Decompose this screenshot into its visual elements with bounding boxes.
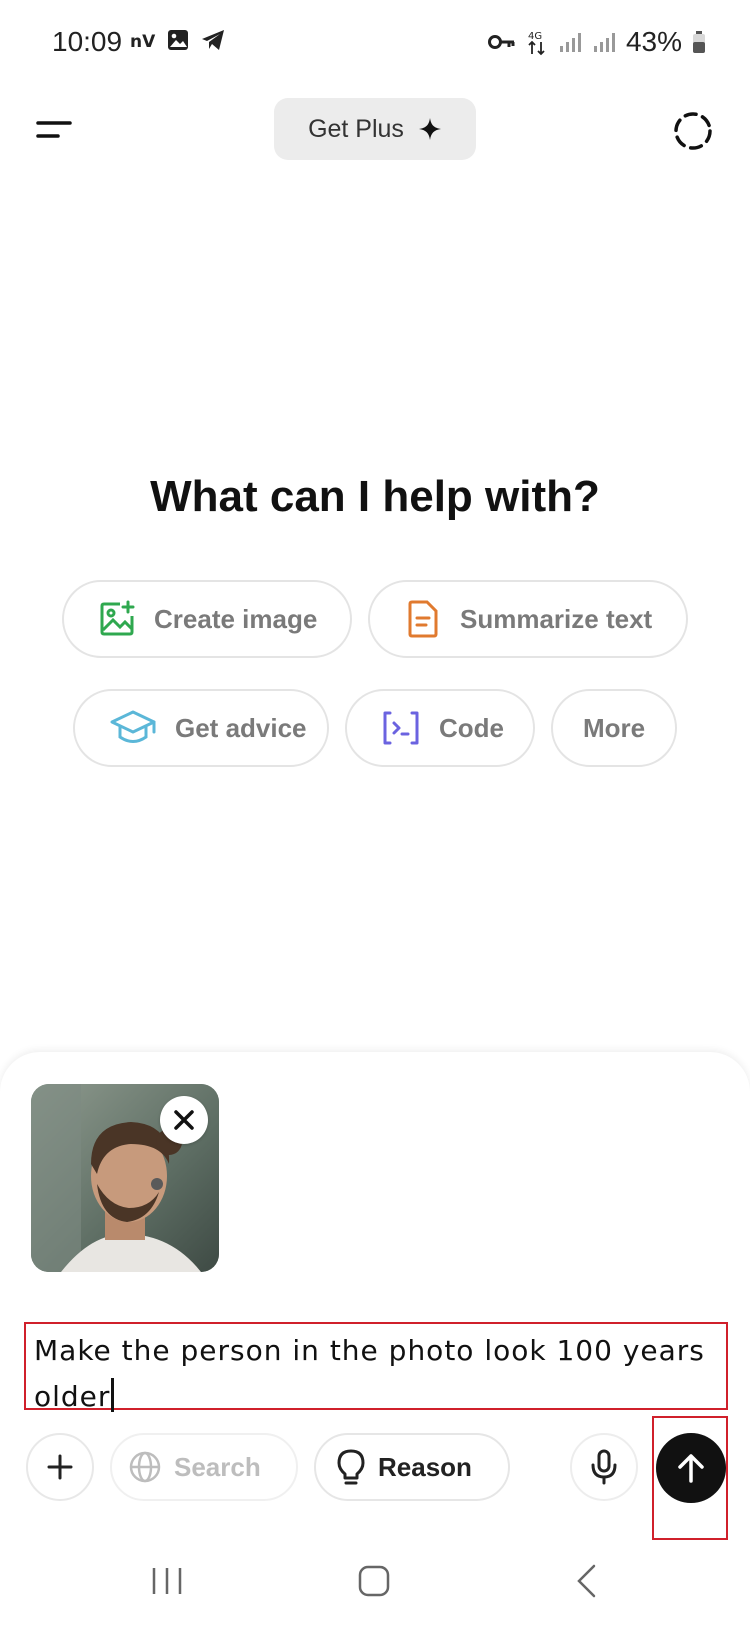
suggestion-code[interactable]: Code	[345, 689, 535, 767]
gallery-icon	[168, 30, 188, 50]
send-button[interactable]	[656, 1433, 726, 1503]
nv-app-icon: nV	[130, 32, 156, 50]
get-plus-label: Get Plus	[308, 114, 404, 143]
status-time: 10:09	[52, 26, 123, 57]
4g-data-icon: 4G	[528, 31, 545, 56]
remove-attachment-button[interactable]	[160, 1096, 208, 1144]
prompt-text: Make the person in the photo look 100 ye…	[34, 1334, 705, 1413]
recent-apps-icon	[152, 1568, 182, 1594]
key-icon	[487, 35, 515, 49]
chip-label: Create image	[154, 603, 318, 634]
chevron-left-icon	[577, 1564, 596, 1598]
close-icon	[174, 1110, 194, 1130]
document-icon	[408, 600, 438, 638]
status-bar: 10:09 nV 4G 43%	[0, 0, 750, 86]
text-caret	[111, 1378, 115, 1412]
page-title: What can I help with?	[150, 472, 600, 521]
arrow-up-icon	[678, 1454, 704, 1483]
suggestion-summarize-text[interactable]: Summarize text	[368, 580, 688, 658]
reason-label: Reason	[378, 1451, 472, 1482]
suggestion-get-advice[interactable]: Get advice	[73, 689, 329, 767]
image-plus-icon	[100, 600, 135, 636]
battery-percent: 43%	[625, 26, 682, 57]
menu-button[interactable]	[34, 110, 74, 150]
add-attachment-button[interactable]	[26, 1433, 94, 1501]
plus-icon	[47, 1454, 73, 1480]
dashed-circle-icon	[674, 112, 712, 150]
search-label: Search	[174, 1451, 261, 1482]
lightbulb-icon	[337, 1449, 365, 1485]
suggestion-create-image[interactable]: Create image	[62, 580, 352, 658]
code-icon	[383, 711, 419, 745]
signal-icon	[559, 33, 581, 52]
telegram-icon	[202, 30, 224, 50]
search-toggle-button[interactable]: Search	[110, 1433, 298, 1501]
microphone-icon	[591, 1449, 617, 1485]
graduation-cap-icon	[110, 710, 156, 743]
recent-apps-button[interactable]	[150, 1566, 184, 1596]
sparkle-icon	[418, 118, 441, 140]
composer-panel: Make the person in the photo look 100 ye…	[0, 1052, 750, 1625]
signal-icon	[593, 33, 615, 52]
voice-input-button[interactable]	[570, 1433, 638, 1501]
chip-label: Code	[439, 712, 504, 743]
suggestion-more[interactable]: More	[551, 689, 677, 767]
menu-icon	[36, 121, 72, 138]
globe-icon	[129, 1451, 161, 1483]
new-temporary-chat-button[interactable]	[670, 108, 716, 154]
svg-text:nV: nV	[130, 32, 156, 50]
back-button[interactable]	[574, 1563, 598, 1599]
chip-label: Summarize text	[460, 603, 653, 634]
get-plus-button[interactable]: Get Plus	[274, 98, 476, 160]
system-icons: 4G 43%	[487, 26, 706, 58]
home-icon	[358, 1565, 390, 1597]
reason-toggle-button[interactable]: Reason	[314, 1433, 510, 1501]
battery-icon	[693, 31, 705, 53]
notification-icons: nV	[130, 28, 226, 52]
chip-label: Get advice	[175, 712, 307, 743]
prompt-input[interactable]: Make the person in the photo look 100 ye…	[24, 1322, 728, 1413]
chip-label: More	[582, 712, 646, 743]
home-button[interactable]	[357, 1564, 391, 1598]
svg-text:4G: 4G	[528, 31, 542, 42]
